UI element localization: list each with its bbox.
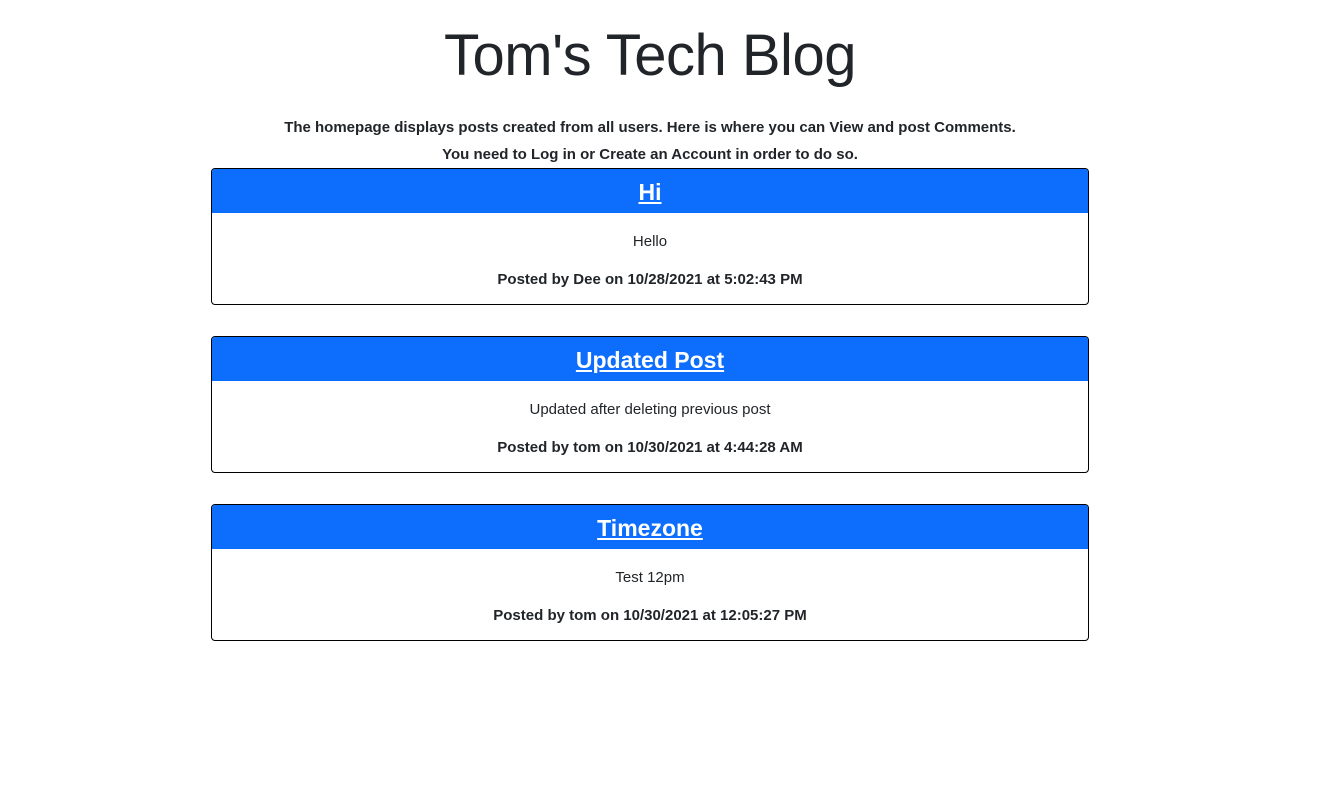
post-body: Test 12pm Posted by tom on 10/30/2021 at…	[212, 569, 1088, 625]
post-header: Timezone	[212, 505, 1088, 549]
post-card: Hi Hello Posted by Dee on 10/28/2021 at …	[211, 168, 1089, 305]
post-header: Hi	[212, 169, 1088, 213]
post-title-link[interactable]: Hi	[639, 179, 662, 205]
post-body: Hello Posted by Dee on 10/28/2021 at 5:0…	[212, 233, 1088, 289]
intro-line-2: You need to Log in or Create an Account …	[442, 146, 858, 163]
post-meta: Posted by tom on 10/30/2021 at 4:44:28 A…	[497, 439, 803, 456]
post-card: Updated Post Updated after deleting prev…	[211, 336, 1089, 473]
post-title-link[interactable]: Timezone	[597, 515, 703, 541]
post-content: Hello	[632, 233, 668, 250]
post-header: Updated Post	[212, 337, 1088, 381]
intro-line-1: The homepage displays posts created from…	[284, 119, 1016, 136]
post-content: Test 12pm	[615, 569, 685, 586]
post-card: Timezone Test 12pm Posted by tom on 10/3…	[211, 504, 1089, 641]
post-meta: Posted by Dee on 10/28/2021 at 5:02:43 P…	[497, 271, 803, 288]
post-meta: Posted by tom on 10/30/2021 at 12:05:27 …	[493, 607, 807, 624]
post-body: Updated after deleting previous post Pos…	[212, 401, 1088, 457]
post-content: Updated after deleting previous post	[529, 401, 771, 418]
post-title-link[interactable]: Updated Post	[576, 347, 724, 373]
page-title: Tom's Tech Blog	[444, 23, 856, 88]
intro-text: The homepage displays posts created from…	[0, 114, 1300, 168]
